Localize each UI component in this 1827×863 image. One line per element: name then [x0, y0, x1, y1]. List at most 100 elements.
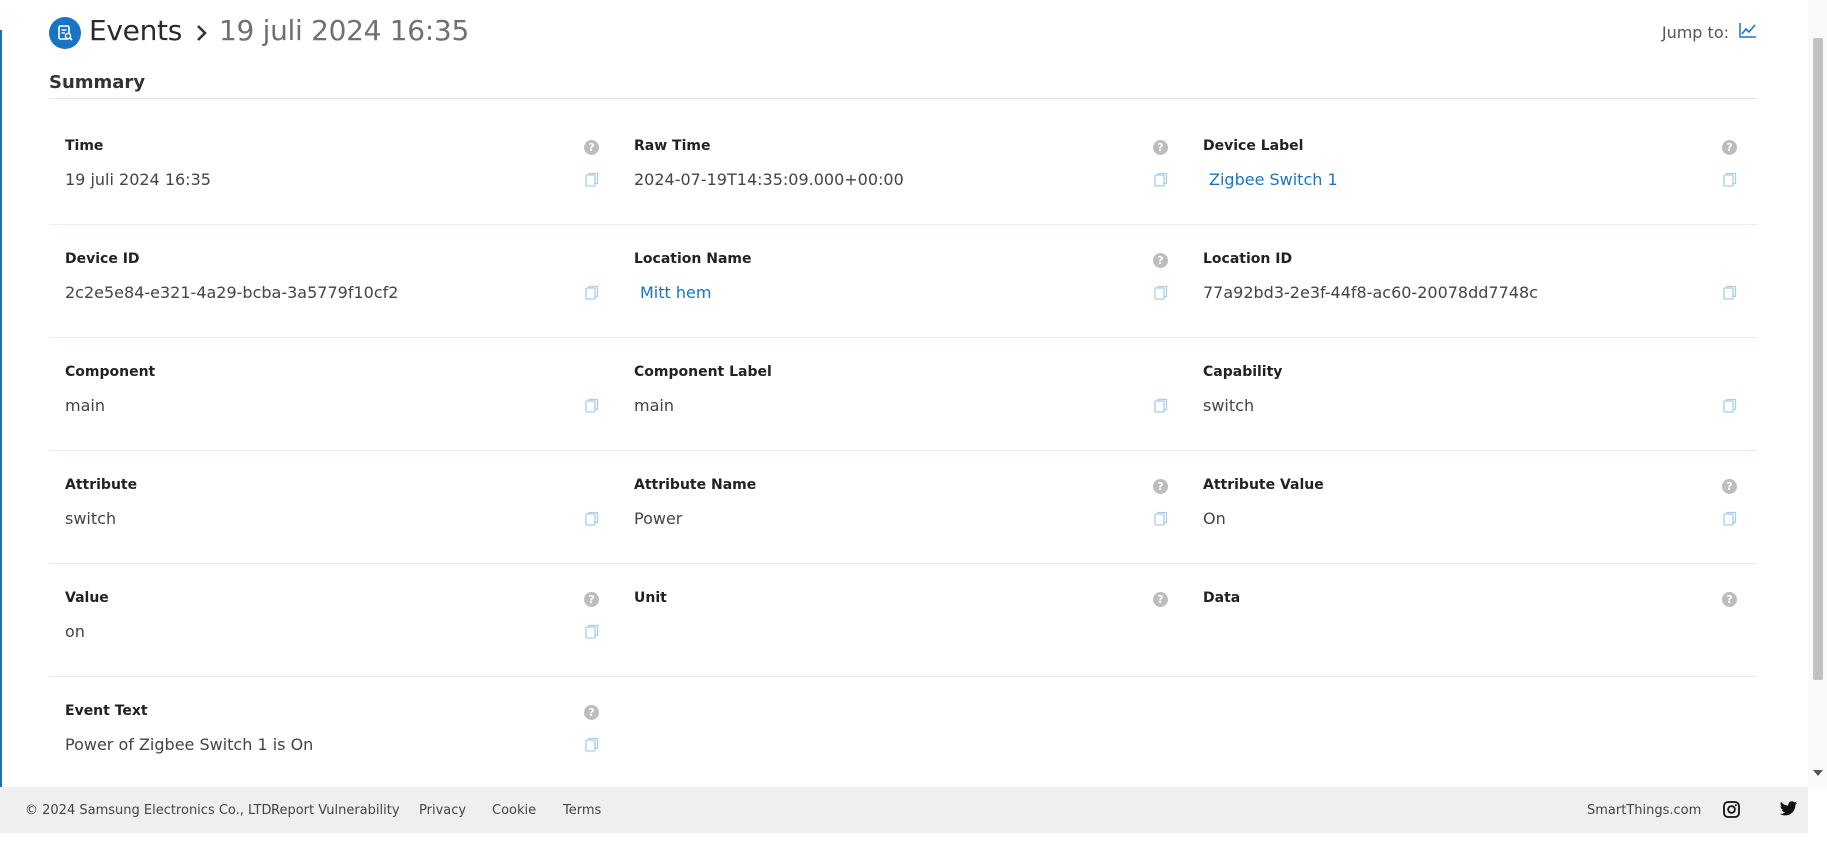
- page: Events 19 juli 2024 16:35 Jump to: Summa…: [49, 0, 1757, 754]
- field-value: 2024-07-19T14:35:09.000+00:00: [634, 170, 904, 189]
- section-divider: [49, 98, 1757, 99]
- field-attribute-name: Attribute Name? Power: [618, 451, 1187, 563]
- summary-grid: Time? 19 juli 2024 16:35 Raw Time? 2024-07-…: [49, 112, 1757, 790]
- summary-row: Time? 19 juli 2024 16:35 Raw Time? 2024-07-…: [49, 112, 1757, 225]
- breadcrumb-events[interactable]: Events: [89, 14, 182, 47]
- help-icon[interactable]: ?: [1153, 479, 1168, 494]
- summary-row: Value? on Unit? Data?: [49, 564, 1757, 677]
- events-logo-icon: [49, 17, 81, 49]
- help-icon[interactable]: ?: [1153, 592, 1168, 607]
- help-icon[interactable]: ?: [1153, 140, 1168, 155]
- help-icon[interactable]: ?: [584, 592, 599, 607]
- copy-icon[interactable]: [585, 285, 599, 301]
- field-device-id: Device ID 2c2e5e84-e321-4a29-bcba-3a5779f…: [49, 225, 618, 337]
- summary-row: Device ID 2c2e5e84-e321-4a29-bcba-3a5779f…: [49, 225, 1757, 338]
- field-label: Time: [65, 138, 104, 154]
- field-value: main: [65, 396, 105, 415]
- field-label: Unit: [634, 590, 667, 606]
- help-icon[interactable]: ?: [1153, 253, 1168, 268]
- field-label: Attribute Value: [1203, 477, 1324, 493]
- footer-link-report-vulnerability[interactable]: Report Vulnerability: [271, 803, 400, 818]
- field-label: Device ID: [65, 251, 140, 267]
- jump-to: Jump to:: [1662, 22, 1757, 42]
- help-icon[interactable]: ?: [584, 705, 599, 720]
- copy-icon[interactable]: [585, 172, 599, 188]
- field-value[interactable]: Zigbee Switch 1: [1209, 170, 1338, 189]
- field-value[interactable]: Mitt hem: [640, 283, 711, 302]
- field-value: Value? on: [49, 564, 618, 676]
- breadcrumb-chevron-icon: [195, 14, 209, 50]
- copy-icon[interactable]: [1723, 511, 1737, 527]
- field-location-id: Location ID 77a92bd3-2e3f-44f8-ac60-20078…: [1187, 225, 1756, 337]
- field-time: Time? 19 juli 2024 16:35: [49, 112, 618, 224]
- field-event-text: Event Text? Power of Zigbee Switch 1 is O…: [49, 677, 618, 789]
- field-capability: Capability switch: [1187, 338, 1756, 450]
- help-icon[interactable]: ?: [1722, 479, 1737, 494]
- instagram-icon[interactable]: [1723, 801, 1740, 822]
- field-label: Component: [65, 364, 156, 380]
- field-data: Data?: [1187, 564, 1756, 676]
- field-label: Capability: [1203, 364, 1283, 380]
- field-label: Device Label: [1203, 138, 1304, 154]
- field-value: Power: [634, 509, 683, 528]
- field-label: Component Label: [634, 364, 772, 380]
- jump-to-label: Jump to:: [1661, 22, 1729, 42]
- field-component-label: Component Label main: [618, 338, 1187, 450]
- field-unit: Unit?: [618, 564, 1187, 676]
- copy-icon[interactable]: [1154, 285, 1168, 301]
- field-label: Data: [1203, 590, 1241, 606]
- page-title: 19 juli 2024 16:35: [219, 14, 469, 47]
- help-icon[interactable]: ?: [584, 140, 599, 155]
- header: Events 19 juli 2024 16:35 Jump to:: [49, 0, 1757, 66]
- copy-icon[interactable]: [1723, 172, 1737, 188]
- copy-icon[interactable]: [585, 398, 599, 414]
- vertical-scrollbar[interactable]: [1808, 0, 1827, 787]
- twitter-icon[interactable]: [1779, 801, 1798, 821]
- field-value: main: [634, 396, 674, 415]
- field-label: Event Text: [65, 703, 148, 719]
- field-attribute: Attribute switch: [49, 451, 618, 563]
- summary-row: Event Text? Power of Zigbee Switch 1 is O…: [49, 677, 1757, 790]
- copy-icon[interactable]: [1154, 398, 1168, 414]
- field-value: 2c2e5e84-e321-4a29-bcba-3a5779f10cf2: [65, 283, 399, 302]
- footer-link-terms[interactable]: Terms: [563, 803, 601, 818]
- field-label: Raw Time: [634, 138, 711, 154]
- copy-icon[interactable]: [585, 511, 599, 527]
- field-label: Location Name: [634, 251, 752, 267]
- copy-icon[interactable]: [1723, 398, 1737, 414]
- chart-icon[interactable]: [1739, 22, 1757, 42]
- left-accent-bar: [0, 30, 2, 787]
- field-value: On: [1203, 509, 1226, 528]
- summary-row: Attribute switch Attribute Name? Power Attri…: [49, 451, 1757, 564]
- copy-icon[interactable]: [585, 624, 599, 640]
- section-title: Summary: [49, 72, 146, 93]
- field-value: 19 juli 2024 16:35: [65, 170, 211, 189]
- footer-link-privacy[interactable]: Privacy: [419, 803, 466, 818]
- field-label: Location ID: [1203, 251, 1293, 267]
- field-label: Value: [65, 590, 109, 606]
- field-location-name: Location Name? Mitt hem: [618, 225, 1187, 337]
- copy-icon[interactable]: [1723, 285, 1737, 301]
- footer: © 2024 Samsung Electronics Co., LTD. Rep…: [0, 787, 1808, 833]
- scroll-down-arrow-icon[interactable]: [1813, 770, 1823, 776]
- scrollbar-thumb[interactable]: [1813, 38, 1823, 680]
- footer-link-cookie[interactable]: Cookie: [492, 803, 536, 818]
- copyright: © 2024 Samsung Electronics Co., LTD.: [25, 802, 276, 818]
- field-label: Attribute: [65, 477, 138, 493]
- copy-icon[interactable]: [585, 737, 599, 753]
- copy-icon[interactable]: [1154, 511, 1168, 527]
- field-device-label: Device Label? Zigbee Switch 1: [1187, 112, 1756, 224]
- help-icon[interactable]: ?: [1722, 140, 1737, 155]
- field-value: 77a92bd3-2e3f-44f8-ac60-20078dd7748c: [1203, 283, 1538, 302]
- help-icon[interactable]: ?: [1722, 592, 1737, 607]
- field-component: Component main: [49, 338, 618, 450]
- footer-link-smartthings[interactable]: SmartThings.com: [1587, 803, 1701, 818]
- field-value: Power of Zigbee Switch 1 is On: [65, 735, 314, 754]
- field-value: on: [65, 622, 85, 641]
- summary-row: Component main Component Label main Capabili…: [49, 338, 1757, 451]
- field-attribute-value: Attribute Value? On: [1187, 451, 1756, 563]
- field-raw-time: Raw Time? 2024-07-19T14:35:09.000+00:00: [618, 112, 1187, 224]
- copy-icon[interactable]: [1154, 172, 1168, 188]
- field-value: switch: [65, 509, 117, 528]
- field-label: Attribute Name: [634, 477, 757, 493]
